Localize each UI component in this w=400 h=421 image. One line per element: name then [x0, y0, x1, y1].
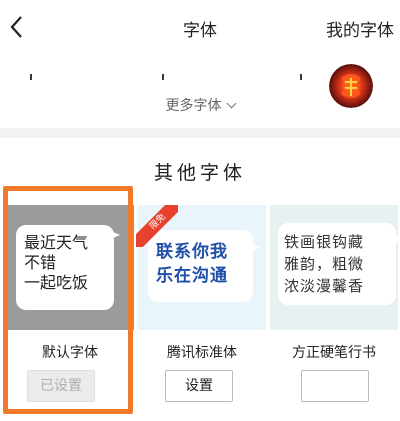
item-edge: [300, 74, 302, 80]
font-preview-bubble: 铁画银钩藏 雅韵，粗微 浓淡漫馨香: [278, 223, 396, 305]
free-limited-badge: 限免: [136, 205, 178, 247]
highlight-box: [3, 186, 133, 414]
top-bar: 字体 我的字体: [0, 0, 400, 62]
set-font-button[interactable]: [301, 370, 369, 402]
more-fonts-label: 更多字体: [165, 98, 222, 114]
preview-line: 铁画银钩藏: [284, 233, 365, 251]
set-font-button[interactable]: 设置: [165, 370, 233, 402]
item-edge: [30, 74, 32, 80]
preview-line: 雅韵，粗微: [284, 255, 365, 273]
font-card-fangzheng[interactable]: 铁画银钩藏 雅韵，粗微 浓淡漫馨香: [270, 205, 400, 330]
badge-label: 限免: [136, 205, 178, 247]
section-divider: [0, 128, 400, 138]
preview-line: 浓淡漫馨香: [284, 277, 365, 295]
item-edge: [162, 74, 164, 80]
section-title: 其他字体: [153, 162, 246, 184]
font-name-tencent: 腾讯标准体: [167, 345, 237, 361]
font-name-fangzheng: 方正硬笔行书: [292, 345, 376, 361]
more-fonts-link[interactable]: 更多字体: [0, 95, 400, 115]
my-fonts-tab[interactable]: 我的字体: [326, 16, 394, 41]
preview-line: 乐在沟通: [156, 266, 228, 286]
chevron-down-icon: [226, 98, 236, 109]
